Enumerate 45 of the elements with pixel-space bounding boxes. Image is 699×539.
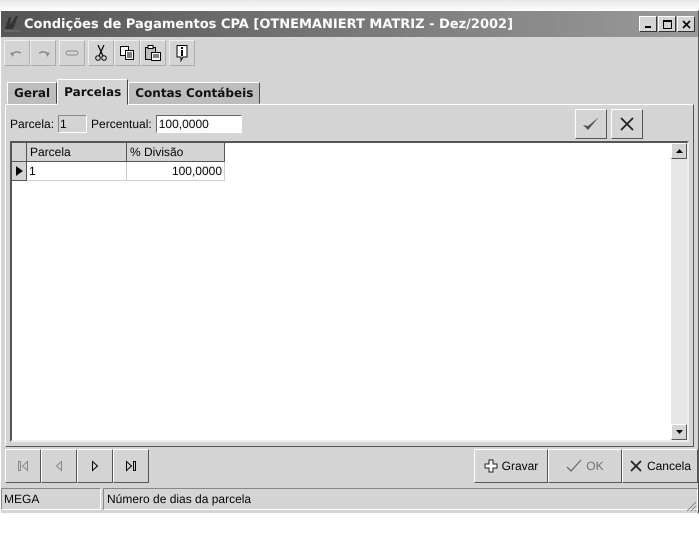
status-message: Número de dias da parcela: [103, 488, 698, 510]
tab[interactable]: Contas Contábeis: [128, 82, 260, 104]
parcela-label: Parcela:: [10, 117, 54, 131]
table-cell: 1: [27, 162, 127, 181]
resize-grip-icon: [685, 500, 697, 512]
info-button[interactable]: [169, 40, 195, 66]
close-icon: [682, 20, 690, 28]
cut-button[interactable]: [88, 40, 114, 66]
table-cell: 100,0000: [127, 162, 225, 181]
x-icon: [618, 115, 636, 133]
paste-icon: [144, 44, 162, 62]
next-record-button[interactable]: [77, 449, 113, 483]
close-button[interactable]: [677, 16, 695, 32]
x-icon: [628, 459, 643, 473]
copy-icon: [119, 45, 135, 61]
plus-icon: [484, 459, 498, 473]
save-button[interactable]: Gravar: [474, 449, 548, 483]
up-arrow-icon: [676, 149, 682, 153]
scissors-icon: [95, 44, 107, 62]
last-arrow-icon: [124, 459, 138, 473]
paste-button[interactable]: [140, 40, 166, 66]
minimize-button[interactable]: [639, 16, 657, 32]
first-arrow-icon: [16, 459, 30, 473]
column-header[interactable]: % Divisão: [127, 143, 225, 162]
cancel-button[interactable]: Cancela: [622, 449, 698, 483]
check-icon: [566, 459, 582, 473]
confirm-button[interactable]: [575, 109, 607, 139]
info-icon: [175, 44, 189, 62]
logo-icon: [4, 15, 20, 33]
copy-button[interactable]: [114, 40, 140, 66]
parcela-field: 1: [58, 115, 88, 133]
minus-icon: [65, 49, 79, 57]
discard-button[interactable]: [611, 109, 643, 139]
column-header[interactable]: Parcela: [27, 143, 127, 162]
last-record-button[interactable]: [113, 449, 149, 483]
percentual-field[interactable]: 100,0000: [156, 115, 242, 133]
status-text: MEGA: [1, 488, 101, 510]
percentual-label: Percentual:: [91, 117, 152, 131]
tab[interactable]: Geral: [7, 82, 58, 104]
maximize-button[interactable]: [658, 16, 676, 32]
vertical-scrollbar[interactable]: [671, 143, 687, 440]
tab[interactable]: Parcelas: [57, 79, 128, 105]
maximize-icon: [662, 20, 672, 28]
down-arrow-icon: [676, 430, 682, 434]
window-title: Condições de Pagamentos CPA [OTNEMANIERT MATRIZ - Dez/2002]: [24, 16, 514, 32]
